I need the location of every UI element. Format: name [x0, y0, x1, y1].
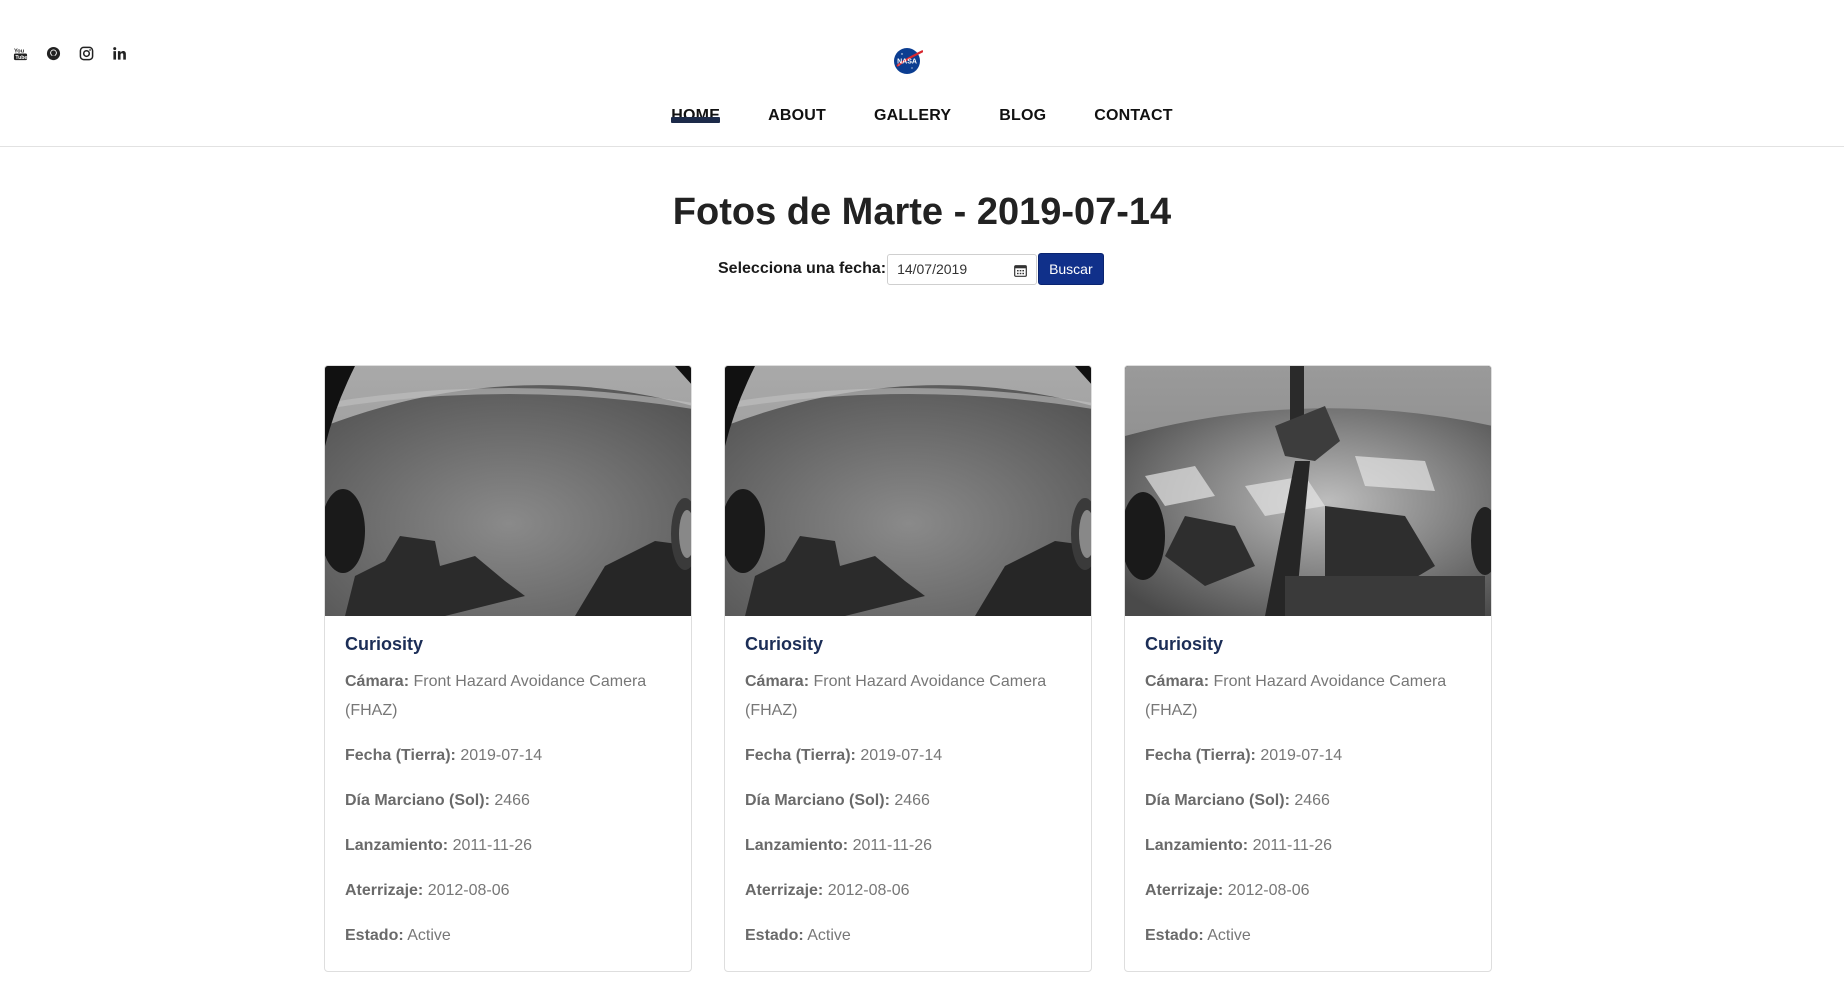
photo-grid: Curiosity Cámara: Front Hazard Avoidance…	[324, 365, 1492, 972]
nav-gallery[interactable]: GALLERY	[874, 107, 951, 125]
camera-row: Cámara: Front Hazard Avoidance Camera (F…	[345, 673, 647, 719]
main-nav: HOME ABOUT GALLERY BLOG CONTACT	[0, 107, 1844, 125]
youtube-icon[interactable]: You Tube	[11, 44, 30, 63]
landing-row: Aterrizaje: 2012-08-06	[1145, 882, 1310, 899]
linkedin-icon[interactable]	[110, 44, 129, 63]
status-row: Estado: Active	[1145, 927, 1251, 944]
date-label: Selecciona una fecha:	[718, 260, 887, 277]
camera-row: Cámara: Front Hazard Avoidance Camera (F…	[1145, 673, 1447, 719]
sol-row: Día Marciano (Sol): 2466	[745, 792, 930, 809]
instagram-icon[interactable]	[77, 44, 96, 63]
search-button[interactable]: Buscar	[1038, 253, 1104, 285]
calendar-icon[interactable]	[1014, 264, 1027, 277]
rover-name: Curiosity	[1145, 634, 1224, 654]
nav-contact[interactable]: CONTACT	[1094, 107, 1172, 125]
date-search-form: Selecciona una fecha: 14/07/2019 Buscar	[718, 253, 1104, 285]
sol-row: Día Marciano (Sol): 2466	[345, 792, 530, 809]
social-links: You Tube	[11, 44, 129, 63]
mars-photo[interactable]	[325, 366, 692, 616]
earth-date-row: Fecha (Tierra): 2019-07-14	[1145, 747, 1343, 764]
nav-home[interactable]: HOME	[671, 107, 720, 125]
launch-row: Lanzamiento: 2011-11-26	[1145, 837, 1333, 854]
mars-photo[interactable]	[725, 366, 1092, 616]
photo-card: Curiosity Cámara: Front Hazard Avoidance…	[324, 365, 692, 972]
svg-text:NASA: NASA	[897, 59, 917, 66]
site-header: You Tube NASA HOME ABOUT GALLERY BLOG CON…	[0, 0, 1844, 147]
mars-photo[interactable]	[1125, 366, 1492, 616]
nasa-logo[interactable]: NASA	[893, 46, 924, 76]
svg-text:Tube: Tube	[15, 55, 27, 61]
rover-name: Curiosity	[745, 634, 824, 654]
earth-date-row: Fecha (Tierra): 2019-07-14	[745, 747, 943, 764]
landing-row: Aterrizaje: 2012-08-06	[745, 882, 910, 899]
landing-row: Aterrizaje: 2012-08-06	[345, 882, 510, 899]
page-title: Fotos de Marte - 2019-07-14	[672, 191, 1172, 233]
launch-row: Lanzamiento: 2011-11-26	[345, 837, 533, 854]
date-value: 14/07/2019	[897, 261, 968, 277]
status-row: Estado: Active	[745, 927, 851, 944]
github-icon[interactable]	[44, 44, 63, 63]
status-row: Estado: Active	[345, 927, 451, 944]
date-input[interactable]: 14/07/2019	[887, 253, 1038, 285]
photo-card: Curiosity Cámara: Front Hazard Avoidance…	[724, 365, 1092, 972]
launch-row: Lanzamiento: 2011-11-26	[745, 837, 933, 854]
rover-name: Curiosity	[345, 634, 424, 654]
sol-row: Día Marciano (Sol): 2466	[1145, 792, 1330, 809]
camera-row: Cámara: Front Hazard Avoidance Camera (F…	[745, 673, 1047, 719]
nav-blog[interactable]: BLOG	[999, 107, 1046, 125]
nav-about[interactable]: ABOUT	[768, 107, 826, 125]
earth-date-row: Fecha (Tierra): 2019-07-14	[345, 747, 543, 764]
photo-card: Curiosity Cámara: Front Hazard Avoidance…	[1124, 365, 1492, 972]
